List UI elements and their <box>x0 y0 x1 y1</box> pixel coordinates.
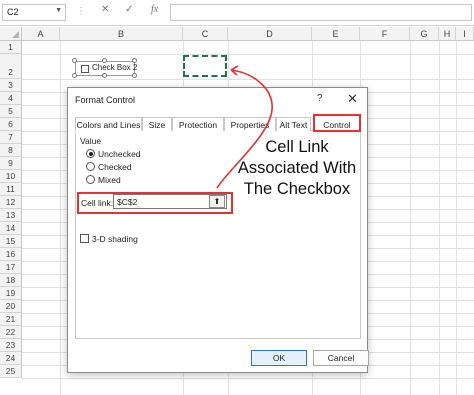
resize-handle-icon[interactable] <box>102 73 107 78</box>
resize-handle-icon[interactable] <box>72 73 77 78</box>
row-header-4[interactable]: 4 <box>0 92 22 105</box>
value-group-title: Value <box>80 136 102 146</box>
row-header-2[interactable]: 2 <box>0 54 22 79</box>
select-all-corner[interactable] <box>0 27 22 41</box>
column-header-f[interactable]: F <box>360 27 410 41</box>
row-header-22[interactable]: 22 <box>0 326 22 339</box>
grid-line <box>22 79 474 80</box>
grid-line <box>60 41 61 395</box>
radio-unchecked-label: Unchecked <box>98 149 141 159</box>
radio-unchecked[interactable]: Unchecked <box>86 149 141 159</box>
formula-bar: C2 ▼ ⋮ ✕ ✓ fx <box>0 0 474 26</box>
radio-checked[interactable]: Checked <box>86 162 132 172</box>
row-header-24[interactable]: 24 <box>0 352 22 365</box>
name-box[interactable]: C2 ▼ <box>2 4 66 21</box>
tab-protection[interactable]: Protection <box>172 117 224 131</box>
dialog-tabs: Colors and Lines Size Protection Propert… <box>75 114 361 132</box>
resize-handle-icon[interactable] <box>132 73 137 78</box>
annotation-line-3: The Checkbox <box>243 180 351 198</box>
column-header-g[interactable]: G <box>410 27 439 41</box>
radio-icon[interactable] <box>86 162 95 171</box>
tab-control[interactable]: Control <box>313 114 361 132</box>
row-header-16[interactable]: 16 <box>0 248 22 261</box>
column-header-b[interactable]: B <box>60 27 183 41</box>
column-header-c[interactable]: C <box>183 27 228 41</box>
tab-alt-text[interactable]: Alt Text <box>276 117 311 131</box>
function-icon[interactable]: fx <box>151 4 158 15</box>
resize-handle-icon[interactable] <box>132 58 137 63</box>
row-header-14[interactable]: 14 <box>0 222 22 235</box>
collapse-dialog-icon[interactable]: ⬆ <box>209 195 225 208</box>
tab-colors-and-lines[interactable]: Colors and Lines <box>75 117 142 131</box>
enter-entry-icon[interactable]: ✓ <box>125 4 133 15</box>
grid-line <box>22 54 474 55</box>
row-header-6[interactable]: 6 <box>0 118 22 131</box>
tab-properties[interactable]: Properties <box>224 117 276 131</box>
row-header-8[interactable]: 8 <box>0 144 22 157</box>
row-header-25[interactable]: 25 <box>0 365 22 378</box>
row-header-7[interactable]: 7 <box>0 131 22 144</box>
column-header-e[interactable]: E <box>312 27 360 41</box>
help-icon[interactable]: ? <box>317 93 323 104</box>
row-header-5[interactable]: 5 <box>0 105 22 118</box>
row-header-3[interactable]: 3 <box>0 79 22 92</box>
cell-c2-marquee[interactable] <box>183 55 227 77</box>
resize-handle-icon[interactable] <box>72 58 77 63</box>
row-header-17[interactable]: 17 <box>0 261 22 274</box>
row-header-20[interactable]: 20 <box>0 300 22 313</box>
column-header-d[interactable]: D <box>228 27 312 41</box>
row-header-13[interactable]: 13 <box>0 209 22 222</box>
sheet-checkbox-label: Check Box 2 <box>92 63 138 72</box>
dialog-title: Format Control <box>75 95 136 105</box>
tab-size[interactable]: Size <box>142 117 172 131</box>
row-header-1[interactable]: 1 <box>0 41 22 54</box>
row-header-12[interactable]: 12 <box>0 196 22 209</box>
checkbox-square-icon[interactable] <box>81 65 89 73</box>
annotation-text: Cell Link Associated With The Checkbox <box>227 137 367 200</box>
3d-shading-checkbox[interactable]: 3-D shading <box>80 234 138 244</box>
column-header-h[interactable]: H <box>439 27 456 41</box>
cancel-button[interactable]: Cancel <box>313 350 369 366</box>
cancel-entry-icon[interactable]: ✕ <box>101 4 109 15</box>
name-box-value: C2 <box>7 7 19 17</box>
radio-selected-icon[interactable] <box>86 149 95 158</box>
cell-link-label: Cell link: <box>81 198 114 208</box>
resize-handle-icon[interactable] <box>102 58 107 63</box>
ok-button[interactable]: OK <box>251 350 307 366</box>
radio-mixed[interactable]: Mixed <box>86 175 121 185</box>
3d-shading-label: 3-D shading <box>92 234 138 244</box>
annotation-line-1: Cell Link <box>265 138 329 156</box>
radio-checked-label: Checked <box>98 162 132 172</box>
grid-line <box>439 41 440 395</box>
grid-line <box>22 378 474 379</box>
formula-input[interactable] <box>170 4 472 21</box>
row-header-18[interactable]: 18 <box>0 274 22 287</box>
radio-icon[interactable] <box>86 175 95 184</box>
format-control-dialog: Format Control ? ✕ Colors and Lines Size… <box>67 87 369 373</box>
close-icon[interactable]: ✕ <box>347 91 358 107</box>
row-header-11[interactable]: 11 <box>0 183 22 196</box>
radio-mixed-label: Mixed <box>98 175 121 185</box>
row-header-21[interactable]: 21 <box>0 313 22 326</box>
row-header-15[interactable]: 15 <box>0 235 22 248</box>
row-header-23[interactable]: 23 <box>0 339 22 352</box>
column-header-i[interactable]: I <box>456 27 474 41</box>
row-header-9[interactable]: 9 <box>0 157 22 170</box>
column-header-a[interactable]: A <box>22 27 60 41</box>
grid-line <box>456 41 457 395</box>
separator-icon: ⋮ <box>76 6 86 17</box>
annotation-arrow-head <box>230 65 239 76</box>
row-header-10[interactable]: 10 <box>0 170 22 183</box>
annotation-line-2: Associated With <box>237 159 357 177</box>
checkbox-icon[interactable] <box>80 234 89 243</box>
chevron-down-icon[interactable]: ▼ <box>55 7 62 14</box>
grid-line <box>410 41 411 395</box>
row-header-19[interactable]: 19 <box>0 287 22 300</box>
